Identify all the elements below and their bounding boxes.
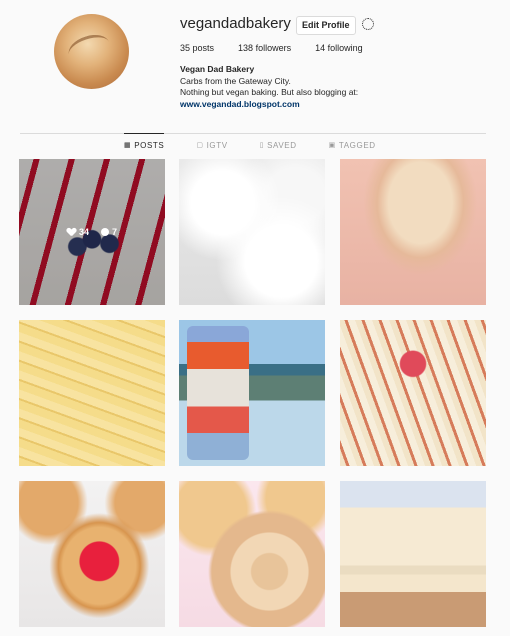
post-hover-overlay: 34 7 [19, 159, 165, 305]
edit-profile-button[interactable]: Edit Profile [296, 16, 356, 35]
tab-saved[interactable]: ▯ SAVED [260, 134, 297, 156]
likes-count: 34 [67, 227, 89, 237]
followers-count[interactable]: 138 followers [238, 43, 291, 53]
post-thumbnail[interactable] [19, 320, 165, 466]
tab-label: POSTS [134, 140, 165, 150]
comments-value: 7 [112, 227, 118, 237]
profile-stats: 35 posts 138 followers 14 following [180, 43, 387, 53]
tab-igtv[interactable]: ▢ IGTV [196, 134, 227, 156]
following-count-label: following [327, 43, 363, 53]
posts-count: 35 posts [180, 43, 214, 53]
bio-name: Vegan Dad Bakery [180, 64, 255, 74]
comments-count: 7 [101, 227, 117, 237]
profile-avatar[interactable] [54, 14, 129, 89]
heart-icon [67, 228, 76, 236]
igtv-icon: ▢ [196, 142, 204, 149]
followers-count-label: followers [255, 43, 292, 53]
posts-count-label: posts [192, 43, 215, 53]
post-thumbnail[interactable] [340, 320, 486, 466]
post-thumbnail[interactable] [19, 481, 165, 627]
settings-gear-icon[interactable] [362, 18, 374, 30]
tag-icon: ▣ [328, 142, 336, 149]
beer-can [187, 326, 249, 460]
post-thumbnail[interactable] [179, 320, 325, 466]
profile-bio: Vegan Dad Bakery Carbs from the Gateway … [180, 64, 358, 110]
following-count[interactable]: 14 following [315, 43, 363, 53]
comment-bubble-icon [101, 228, 109, 236]
tab-label: TAGGED [338, 140, 376, 150]
grid-icon: ▦ [124, 142, 132, 149]
post-thumbnail[interactable] [179, 159, 325, 305]
post-thumbnail[interactable]: 34 7 [19, 159, 165, 305]
profile-username: vegandadbakery [180, 15, 291, 32]
likes-value: 34 [78, 227, 89, 237]
post-thumbnail[interactable] [340, 159, 486, 305]
posts-count-value: 35 [180, 43, 191, 53]
profile-tabs: ▦ POSTS ▢ IGTV ▯ SAVED ▣ TAGGED [124, 133, 408, 156]
tab-posts[interactable]: ▦ POSTS [124, 133, 165, 156]
bio-link[interactable]: www.vegandad.blogspot.com [180, 99, 358, 111]
post-thumbnail[interactable] [179, 481, 325, 627]
bio-line: Carbs from the Gateway City. [180, 75, 291, 86]
bookmark-icon: ▯ [259, 142, 265, 149]
tab-tagged[interactable]: ▣ TAGGED [329, 134, 376, 156]
following-count-value: 14 [315, 43, 326, 53]
post-thumbnail[interactable] [340, 481, 486, 627]
tab-label: IGTV [206, 140, 228, 150]
followers-count-value: 138 [238, 43, 254, 53]
tab-label: SAVED [267, 140, 297, 150]
bio-line: Nothing but vegan baking. But also blogg… [180, 87, 359, 97]
